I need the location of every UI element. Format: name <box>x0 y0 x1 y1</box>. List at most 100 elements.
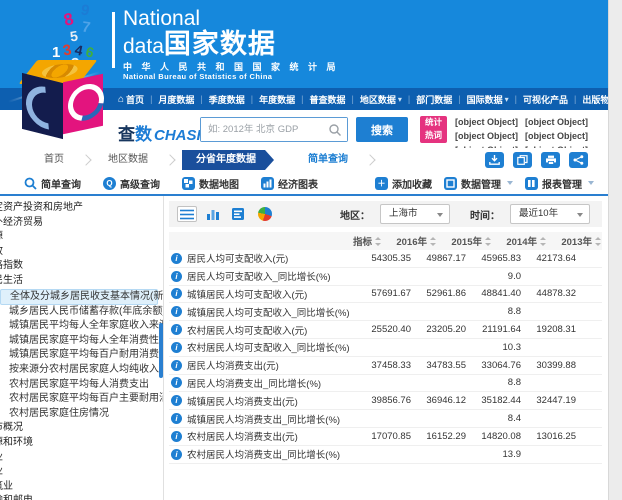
nav-item[interactable]: 可视化产品 <box>509 93 568 106</box>
sidebar-item[interactable]: 城乡居民人民币储蓄存款(年底余额) <box>0 305 163 320</box>
hot-word-link[interactable]: [object Object] <box>525 130 588 142</box>
sidebar-item[interactable]: 农村居民家庭平均每人消费支出 <box>0 378 163 393</box>
indicator-label: 居民人均消费支出_同比增长(%) <box>187 376 321 390</box>
sidebar-item[interactable]: 按来源分农村居民家庭人均纯收入 <box>0 363 163 378</box>
sort-icon[interactable] <box>430 237 437 246</box>
nav-item[interactable]: 部门数据 <box>402 93 452 106</box>
sidebar-item[interactable]: 城镇居民家庭平均每百户耐用消费品拥有量 <box>0 348 163 363</box>
nav-item[interactable]: 地区数据 ▾ <box>346 93 402 106</box>
info-icon[interactable] <box>171 431 182 442</box>
table-header-cell[interactable]: 指标 <box>195 234 382 248</box>
tab-data-map[interactable]: 数据地图 <box>182 176 239 191</box>
breadcrumb: 首页 地区数据 分省年度数据 简单查询 <box>0 148 608 172</box>
table-header-cell[interactable]: 2016年 <box>382 234 437 248</box>
breadcrumb-tab[interactable]: 首页 <box>34 150 74 170</box>
sidebar-item[interactable]: 城镇居民平均每人全年家庭收入来源 <box>0 319 163 334</box>
sidebar-item[interactable]: 输和邮电 <box>0 494 163 500</box>
print-icon[interactable] <box>541 152 560 168</box>
sidebar-item[interactable]: 政 <box>0 245 163 260</box>
hot-word-link[interactable]: [object Object] <box>455 130 518 142</box>
search-input[interactable] <box>201 118 347 141</box>
sidebar-item[interactable]: 业 <box>0 451 163 466</box>
value-2014: 21191.64 <box>466 324 521 335</box>
tab-advanced-query[interactable]: Q 高级查询 <box>103 176 160 191</box>
sort-icon[interactable] <box>485 237 492 246</box>
sidebar-scrollbar[interactable] <box>159 323 163 378</box>
sort-icon[interactable] <box>595 237 602 246</box>
info-icon[interactable] <box>171 324 182 335</box>
sidebar-item[interactable]: 城镇居民家庭平均每人全年消费性支出 <box>0 334 163 349</box>
data-manage-menu[interactable]: 数据管理 <box>444 176 513 191</box>
nav-item[interactable]: 年度数据 <box>245 93 295 106</box>
breadcrumb-tab[interactable]: 简单查询 <box>298 150 358 170</box>
nav-item[interactable]: 出版物 <box>568 93 609 106</box>
download-icon[interactable] <box>485 152 504 168</box>
hot-badge-line1: 统计 <box>420 116 447 129</box>
time-filter-label: 时间： <box>470 207 500 222</box>
sidebar-item[interactable]: 业 <box>0 465 163 480</box>
sidebar-item[interactable]: 源和环境 <box>0 436 163 451</box>
sidebar-item[interactable]: 定资产投资和房地产 <box>0 201 163 216</box>
data-map-label: 数据地图 <box>199 176 239 191</box>
nav-item[interactable]: 国际数据 ▾ <box>452 93 508 106</box>
value-2013: 19208.31 <box>521 324 576 335</box>
economic-chart-label: 经济图表 <box>278 176 318 191</box>
nav-item[interactable]: 季度数据 <box>194 93 244 106</box>
report-manage-icon <box>525 177 538 190</box>
sidebar-item[interactable]: 源 <box>0 230 163 245</box>
sidebar-item[interactable]: 筑业 <box>0 480 163 495</box>
browser-scrollbar[interactable] <box>608 0 622 500</box>
search-button[interactable]: 搜索 <box>356 117 408 142</box>
sidebar-item[interactable]: 格指数 <box>0 259 163 274</box>
list-view-icon[interactable] <box>177 206 197 222</box>
sort-icon[interactable] <box>375 237 382 246</box>
region-select[interactable]: 上海市 <box>380 204 450 224</box>
info-icon[interactable] <box>171 360 182 371</box>
add-favorite-button[interactable]: ＋ 添加收藏 <box>375 176 432 191</box>
header-label: 2014年 <box>506 234 537 248</box>
sidebar-item[interactable]: 全体及分城乡居民收支基本情况(新口径) <box>0 289 158 305</box>
breadcrumb-tab[interactable]: 地区数据 <box>98 150 158 170</box>
value-2016: 37458.33 <box>356 360 411 371</box>
nav-item[interactable]: 月度数据 <box>144 93 194 106</box>
region-filter-label: 地区： <box>340 207 370 222</box>
table-header-cell[interactable]: 2015年 <box>437 234 492 248</box>
sidebar-item[interactable]: 市概况 <box>0 421 163 436</box>
hot-word-link[interactable]: [object Object] <box>455 116 518 128</box>
info-icon[interactable] <box>171 377 182 388</box>
table-header-cell[interactable]: 2013年 <box>547 234 602 248</box>
sort-icon[interactable] <box>540 237 547 246</box>
bar-chart-view-icon[interactable] <box>203 206 223 222</box>
hot-word-link[interactable]: [object Object] <box>525 116 588 128</box>
time-select[interactable]: 最近10年 <box>510 204 590 224</box>
sidebar-item[interactable]: 农村居民家庭住房情况 <box>0 407 163 422</box>
info-icon[interactable] <box>171 306 182 317</box>
value-2015: 52961.86 <box>411 288 466 299</box>
hbar-chart-view-icon[interactable] <box>229 206 249 222</box>
info-icon[interactable] <box>171 271 182 282</box>
tab-simple-query[interactable]: 简单查询 <box>24 176 81 191</box>
info-icon[interactable] <box>171 449 182 460</box>
breadcrumb-tab[interactable]: 分省年度数据 <box>182 150 274 170</box>
share-icon[interactable] <box>569 152 588 168</box>
info-icon[interactable] <box>171 342 182 353</box>
tab-economic-charts[interactable]: 经济图表 <box>261 176 318 191</box>
sidebar-item[interactable]: 农村居民家庭平均每百户主要耐用消费品拥有量 <box>0 392 163 407</box>
info-icon[interactable] <box>171 253 182 264</box>
pie-chart-view-icon[interactable] <box>255 206 275 222</box>
info-icon[interactable] <box>171 395 182 406</box>
info-icon[interactable] <box>171 288 182 299</box>
value-2015: 49867.17 <box>411 253 466 264</box>
info-icon[interactable] <box>171 413 182 424</box>
chevron-down-icon <box>507 181 513 185</box>
sidebar-item[interactable]: 民生活 <box>0 274 163 289</box>
report-manage-menu[interactable]: 报表管理 <box>525 176 594 191</box>
header-label: 2013年 <box>561 234 592 248</box>
copy-icon[interactable] <box>513 152 532 168</box>
nav-item[interactable]: ⌂ 首页 <box>118 93 144 106</box>
sidebar-item[interactable]: 外经济贸易 <box>0 216 163 231</box>
nbs-cube-logo: 8 9 7 5 1 3 4 6 2 <box>14 2 118 146</box>
nav-item[interactable]: 普查数据 <box>295 93 345 106</box>
indicator-label: 农村居民人均可支配收入(元) <box>187 323 307 337</box>
table-header-cell[interactable]: 2014年 <box>492 234 547 248</box>
